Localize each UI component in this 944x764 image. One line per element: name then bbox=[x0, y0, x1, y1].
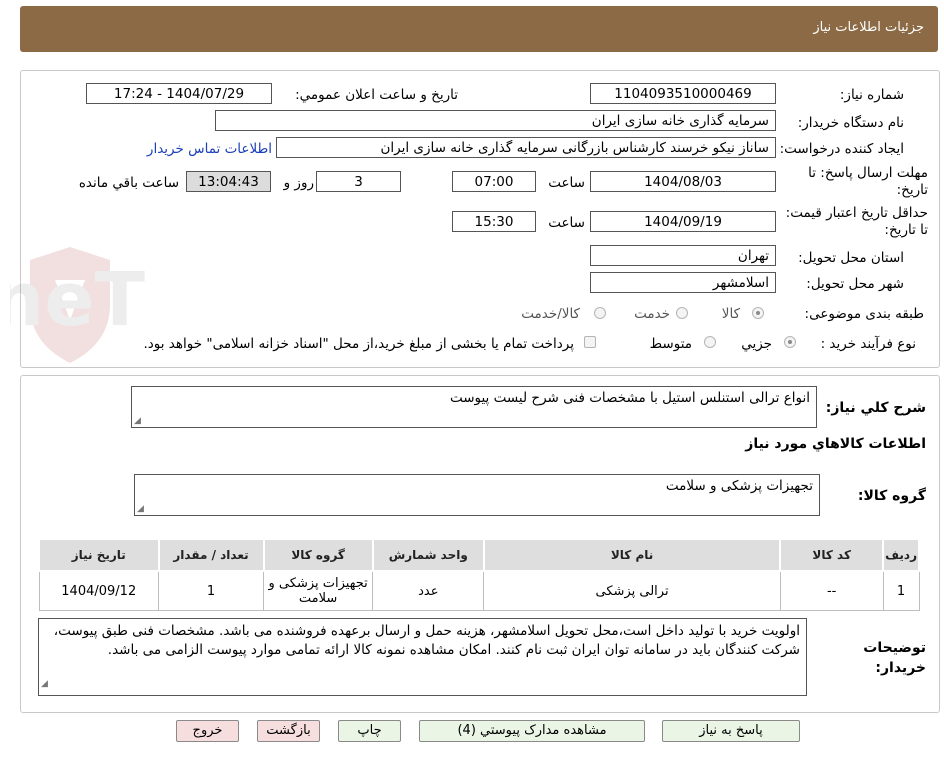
radio-medium-label: متوسط bbox=[649, 336, 692, 352]
contact-buyer-link[interactable]: اطلاعات تماس خريدار bbox=[147, 141, 272, 157]
radio-medium[interactable] bbox=[704, 336, 716, 348]
general-desc-text: انواع ترالی استنلس استیل با مشخصات فنی ش… bbox=[449, 390, 810, 406]
page-title: جزئیات اطلاعات نیاز bbox=[813, 20, 924, 35]
province-field: تهران bbox=[590, 245, 776, 266]
buyer-org-label: نام دستگاه خريدار: bbox=[797, 115, 904, 131]
buyer-org-field: سرمايه گذاری خانه سازی ايران bbox=[215, 110, 776, 131]
radio-service-label: خدمت bbox=[634, 306, 670, 322]
cell-qty: 1 bbox=[157, 570, 265, 611]
goods-table: رديف کد کالا نام کالا واحد شمارش گروه کا… bbox=[38, 538, 920, 611]
radio-goods-service-label: کالا/خدمت bbox=[521, 306, 580, 322]
back-button[interactable]: بازگشت bbox=[257, 720, 320, 742]
col-group-header: گروه کالا bbox=[262, 538, 374, 572]
buyer-notes-text: اولویت خرید با تولید داخل است،محل تحویل … bbox=[53, 623, 800, 658]
province-label: استان محل تحويل: bbox=[798, 250, 904, 266]
cell-code: -- bbox=[779, 570, 884, 611]
payment-note: پرداخت تمام يا بخشی از مبلغ خريد،از محل … bbox=[143, 336, 574, 352]
treasury-checkbox[interactable] bbox=[584, 336, 596, 348]
creator-field: ساناز نيکو خرسند کارشناس بازرگانی سرمايه… bbox=[276, 137, 776, 158]
goods-group-label: گروه کالا: bbox=[857, 488, 926, 504]
col-date-header: تاريخ نياز bbox=[38, 538, 160, 572]
cell-name: ترالی پزشکی bbox=[483, 570, 781, 611]
radio-goods-service[interactable] bbox=[594, 307, 606, 319]
process-label: نوع فرآيند خريد : bbox=[820, 336, 916, 352]
announce-label: تاریخ و ساعت اعلان عمومي: bbox=[295, 87, 458, 103]
resize-grip-icon[interactable]: ◢ bbox=[41, 675, 48, 694]
cell-unit: عدد bbox=[372, 570, 485, 611]
deadline-time-label: ساعت bbox=[548, 175, 585, 191]
table-row: 1 -- ترالی پزشکی عدد تجهيزات پزشکی و سلا… bbox=[38, 570, 920, 611]
col-unit-header: واحد شمارش bbox=[371, 538, 485, 572]
attachments-button[interactable]: مشاهده مدارک پيوستي (4) bbox=[419, 720, 645, 742]
validity-time-field: 15:30 bbox=[452, 211, 536, 232]
cell-date: 1404/09/12 bbox=[38, 570, 159, 611]
radio-minor-label: جزيي bbox=[741, 336, 772, 352]
col-name-header: نام کالا bbox=[482, 538, 782, 572]
deadline-time-field: 07:00 bbox=[452, 171, 536, 192]
remaining-label: ساعت باقي مانده bbox=[78, 175, 179, 191]
resize-grip-icon[interactable]: ◢ bbox=[137, 504, 144, 514]
resize-grip-icon[interactable]: ◢ bbox=[134, 416, 141, 426]
need-number-label: شماره نیاز: bbox=[839, 87, 904, 103]
radio-service[interactable] bbox=[676, 307, 688, 319]
city-label: شهر محل تحويل: bbox=[806, 276, 904, 292]
creator-label: ايجاد کننده درخواست: bbox=[779, 141, 904, 157]
buyer-notes-label: توضيحات خريدار: bbox=[863, 640, 926, 676]
validity-label: حداقل تاريخ اعتبار قيمت: تا تاريخ: bbox=[785, 205, 928, 238]
city-field: اسلامشهر bbox=[590, 272, 776, 293]
exit-button[interactable]: خروج bbox=[176, 720, 239, 742]
col-qty-header: تعداد / مقدار bbox=[157, 538, 265, 572]
goods-info-title: اطلاعات کالاهاي مورد نياز bbox=[745, 436, 926, 452]
need-number-field: 1104093510000469 bbox=[590, 83, 776, 104]
radio-goods[interactable] bbox=[752, 307, 764, 319]
buyer-notes-textarea: اولویت خرید با تولید داخل است،محل تحویل … bbox=[38, 618, 807, 696]
col-row-header: رديف bbox=[882, 538, 920, 572]
print-button[interactable]: چاپ bbox=[338, 720, 401, 742]
validity-date-field: 1404/09/19 bbox=[590, 211, 776, 232]
goods-group-textarea: تجهيزات پزشکی و سلامت ◢ bbox=[134, 474, 820, 516]
general-desc-label: شرح کلي نياز: bbox=[825, 400, 926, 416]
goods-group-text: تجهيزات پزشکی و سلامت bbox=[665, 478, 813, 494]
col-code-header: کد کالا bbox=[779, 538, 885, 572]
general-desc-textarea: انواع ترالی استنلس استیل با مشخصات فنی ش… bbox=[131, 386, 817, 428]
radio-minor[interactable] bbox=[784, 336, 796, 348]
remaining-time-field: 13:04:43 bbox=[186, 171, 271, 192]
days-field: 3 bbox=[316, 171, 401, 192]
category-label: طبقه بندی موضوعی: bbox=[804, 306, 924, 322]
reply-button[interactable]: پاسخ به نياز bbox=[662, 720, 800, 742]
cell-row: 1 bbox=[882, 570, 920, 611]
days-label: روز و bbox=[283, 175, 314, 191]
page-header: جزئیات اطلاعات نیاز bbox=[20, 6, 938, 52]
deadline-date-field: 1404/08/03 bbox=[590, 171, 776, 192]
deadline-label: مهلت ارسال پاسخ: تا تاريخ: bbox=[808, 165, 928, 198]
cell-group: تجهيزات پزشکی و سلامت bbox=[263, 570, 374, 611]
table-header-row: رديف کد کالا نام کالا واحد شمارش گروه کا… bbox=[38, 538, 920, 572]
radio-goods-label: کالا bbox=[721, 306, 740, 322]
announce-field: 1404/07/29 - 17:24 bbox=[86, 83, 272, 104]
validity-time-label: ساعت bbox=[548, 215, 585, 231]
